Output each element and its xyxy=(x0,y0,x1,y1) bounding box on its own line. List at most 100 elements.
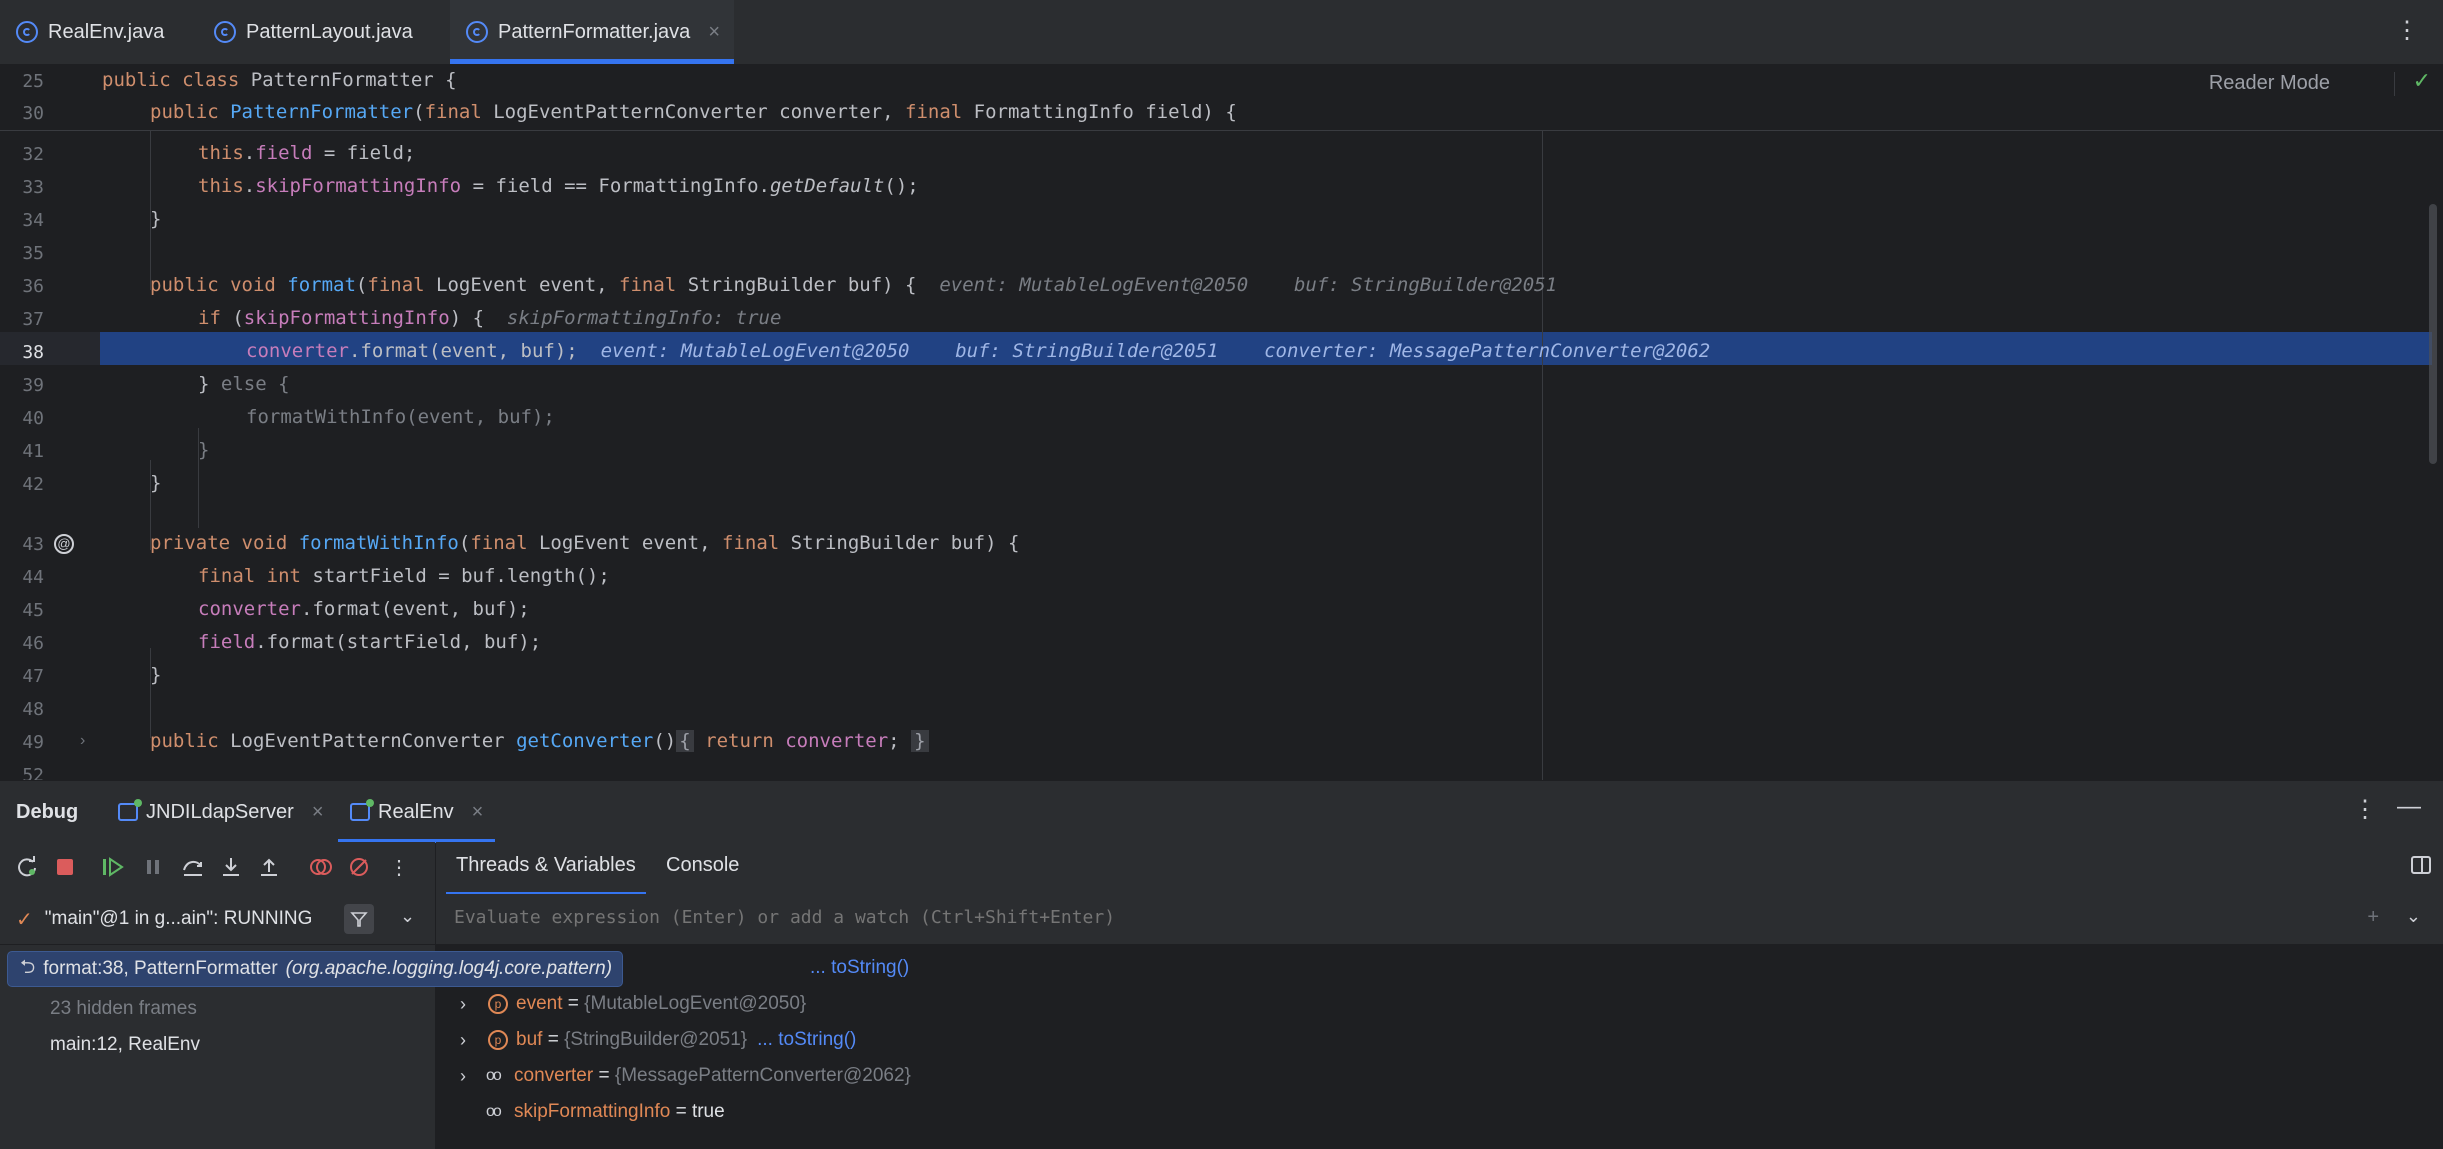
line-number: 47 xyxy=(22,666,44,687)
vertical-scrollbar[interactable] xyxy=(2429,204,2437,464)
stop-icon[interactable] xyxy=(52,854,78,880)
variable-row-this[interactable]: ... toString() xyxy=(800,951,909,985)
variable-row[interactable]: › p buf = {StringBuilder@2051} ... toStr… xyxy=(436,1023,2443,1057)
code-line: public PatternFormatter(final LogEventPa… xyxy=(150,101,1237,123)
parameter-icon: p xyxy=(488,1030,508,1050)
code-line: } xyxy=(198,439,210,461)
right-margin-guide xyxy=(1542,130,1543,780)
code-line: final int startField = buf.length(); xyxy=(198,565,610,587)
inline-debug-values: event: MutableLogEvent@2050 buf: StringB… xyxy=(939,274,1558,296)
fold-chevron-icon[interactable]: › xyxy=(80,732,85,750)
line-number: 33 xyxy=(22,177,44,198)
step-over-icon[interactable] xyxy=(180,854,206,880)
code-line: public void format(final LogEvent event,… xyxy=(150,274,1558,296)
step-out-icon[interactable] xyxy=(256,854,282,880)
to-string-link[interactable]: ... toString() xyxy=(757,1029,856,1051)
field-icon: oo xyxy=(486,1067,502,1084)
chevron-down-icon[interactable]: ⌄ xyxy=(400,906,415,927)
divider xyxy=(2394,72,2395,96)
code-line: public class PatternFormatter { xyxy=(102,69,457,91)
expand-chevron-icon[interactable]: › xyxy=(460,1066,466,1087)
code-line-current: converter.format(event, buf); event: Mut… xyxy=(246,340,1711,362)
code-line: private void formatWithInfo(final LogEve… xyxy=(150,532,1020,554)
to-string-link[interactable]: ... toString() xyxy=(810,957,909,979)
inline-debug-values: skipFormattingInfo: true xyxy=(506,307,782,329)
variable-value: {MutableLogEvent@2050} xyxy=(584,993,807,1014)
tab-realenv[interactable]: RealEnv.java xyxy=(0,0,198,64)
code-line: } xyxy=(150,208,162,230)
stack-frame[interactable]: main:12, RealEnv xyxy=(0,1028,485,1062)
debug-tab-realenv[interactable]: RealEnv × xyxy=(337,781,496,843)
variable-name: event xyxy=(516,993,563,1014)
line-number: 44 xyxy=(22,567,44,588)
frames-panel: ✓ "main"@1 in g...ain": RUNNING ⌄ ⮌ form… xyxy=(0,894,623,1149)
tab-patternlayout[interactable]: PatternLayout.java xyxy=(198,0,450,64)
hidden-frames[interactable]: 23 hidden frames xyxy=(0,992,485,1026)
more-options-icon[interactable]: ⋮ xyxy=(386,854,412,880)
code-line: public LogEventPatternConverter getConve… xyxy=(150,730,929,752)
stack-frame-selected[interactable]: ⮌ format:38, PatternFormatter (org.apach… xyxy=(8,952,623,986)
debug-tab-jndildapserver[interactable]: JNDILdapServer × xyxy=(118,781,324,843)
debug-subtabs: Threads & Variables Console xyxy=(436,842,2443,896)
thread-label: "main"@1 in g...ain": RUNNING xyxy=(44,908,313,929)
line-number: 46 xyxy=(22,633,44,654)
close-icon[interactable]: × xyxy=(708,21,720,44)
variable-value: {MessagePatternConverter@2062} xyxy=(614,1065,911,1086)
evaluate-expression-input[interactable] xyxy=(452,906,2256,929)
more-options-icon[interactable]: ⋮ xyxy=(2395,16,2419,45)
resume-icon[interactable] xyxy=(100,854,126,880)
step-into-icon[interactable] xyxy=(218,854,244,880)
expand-chevron-icon[interactable]: › xyxy=(460,1030,466,1051)
line-number: 45 xyxy=(22,600,44,621)
line-number: 38 xyxy=(22,342,44,363)
code-line: formatWithInfo(event, buf); xyxy=(246,406,555,428)
mute-breakpoints-icon[interactable] xyxy=(346,854,372,880)
line-number: 40 xyxy=(22,408,44,429)
variable-row[interactable]: oo skipFormattingInfo = true xyxy=(436,1095,2443,1129)
tab-threads-variables[interactable]: Threads & Variables xyxy=(446,854,646,896)
reader-mode-button[interactable]: Reader Mode xyxy=(2209,72,2330,95)
line-number: 43 xyxy=(22,534,44,555)
frame-label: 23 hidden frames xyxy=(50,998,197,1019)
variable-value: true xyxy=(691,1101,725,1122)
layout-settings-icon[interactable] xyxy=(2411,856,2431,874)
code-editor[interactable]: 25 public class PatternFormatter { 30 pu… xyxy=(0,64,2443,780)
rerun-icon[interactable] xyxy=(14,854,40,880)
line-number: 52 xyxy=(22,765,44,780)
variable-value: {StringBuilder@2051} xyxy=(564,1029,748,1050)
sticky-lines: 25 public class PatternFormatter { 30 pu… xyxy=(0,64,2443,131)
more-options-icon[interactable]: ⋮ xyxy=(2353,795,2377,824)
implemented-method-icon[interactable]: @ xyxy=(54,534,74,554)
pause-icon[interactable] xyxy=(140,854,166,880)
variable-row[interactable]: › p event = {MutableLogEvent@2050} xyxy=(436,987,2443,1021)
line-number: 39 xyxy=(22,375,44,396)
minimize-icon[interactable]: — xyxy=(2397,793,2421,821)
debug-tab-label: JNDILdapServer xyxy=(146,800,294,823)
chevron-down-icon[interactable]: ⌄ xyxy=(2406,906,2421,927)
line-number: 41 xyxy=(22,441,44,462)
indent-guide xyxy=(150,648,151,738)
add-watch-icon[interactable]: + xyxy=(2367,906,2379,929)
parameter-icon: p xyxy=(488,994,508,1014)
debug-tool-window-header: Debug JNDILdapServer × RealEnv × ⋮ — xyxy=(0,780,2443,843)
variable-row[interactable]: › oo converter = {MessagePatternConverte… xyxy=(436,1059,2443,1093)
class-run-icon xyxy=(16,21,38,43)
class-icon xyxy=(466,21,488,43)
line-number: 32 xyxy=(22,144,44,165)
line-number: 42 xyxy=(22,474,44,495)
tab-label: RealEnv.java xyxy=(48,20,165,43)
close-icon[interactable]: × xyxy=(312,801,324,824)
view-breakpoints-icon[interactable] xyxy=(308,854,334,880)
line-number: 25 xyxy=(22,71,44,92)
line-number: 34 xyxy=(22,210,44,231)
tab-patternformatter[interactable]: PatternFormatter.java × xyxy=(450,0,734,64)
code-line: } xyxy=(150,664,162,686)
expand-chevron-icon[interactable]: › xyxy=(460,994,466,1015)
close-icon[interactable]: × xyxy=(472,801,484,824)
code-line: if (skipFormattingInfo) { skipFormatting… xyxy=(198,307,782,329)
inspection-ok-icon[interactable]: ✓ xyxy=(2413,68,2431,94)
filter-icon[interactable] xyxy=(344,904,374,934)
tab-console[interactable]: Console xyxy=(666,854,739,877)
thread-selector[interactable]: ✓ "main"@1 in g...ain": RUNNING ⌄ xyxy=(0,894,435,945)
inline-debug-values: event: MutableLogEvent@2050 buf: StringB… xyxy=(600,340,1711,362)
